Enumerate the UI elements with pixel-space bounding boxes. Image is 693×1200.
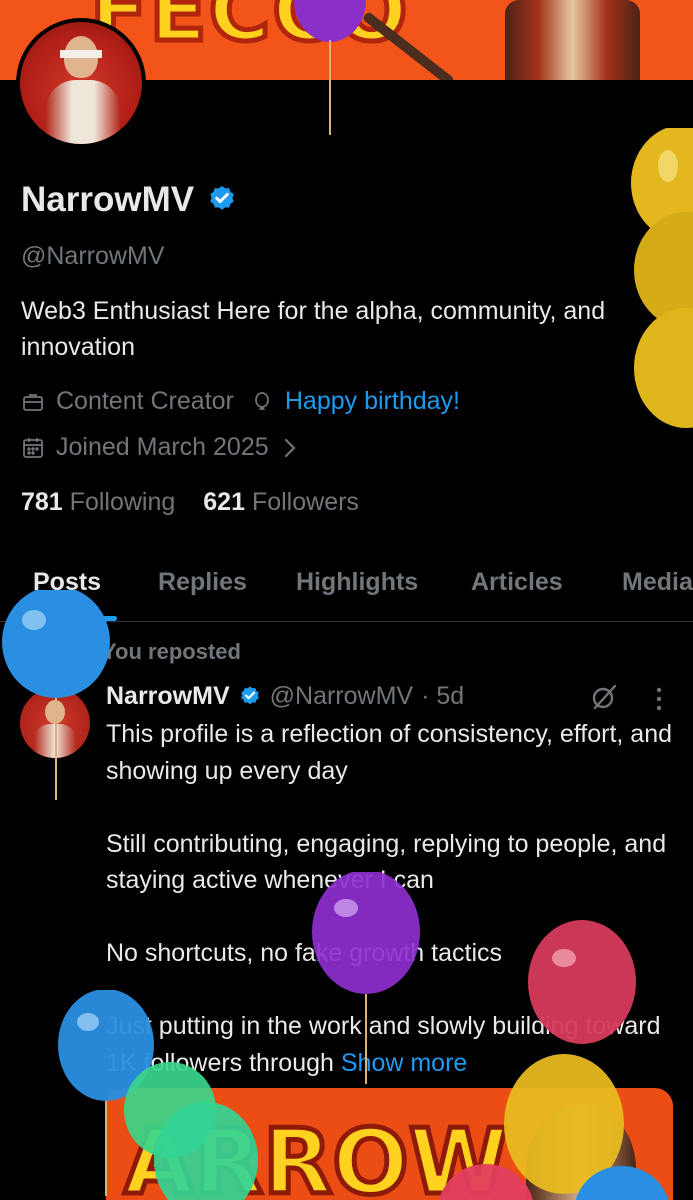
balloon-decoration — [2, 590, 110, 800]
briefcase-icon — [23, 393, 43, 411]
profile-handle: @NarrowMV — [21, 242, 165, 270]
profile-avatar[interactable] — [16, 18, 146, 148]
tab-highlights[interactable]: Highlights — [296, 568, 418, 597]
birthday-link[interactable]: Happy birthday! — [285, 387, 460, 416]
profile-joined-row[interactable]: Joined March 2025 — [21, 433, 297, 462]
verified-badge-icon[interactable] — [238, 685, 262, 709]
profile-name-row: NarrowMV — [21, 180, 238, 220]
balloon-decoration — [631, 128, 693, 428]
balloon-decoration — [575, 1166, 669, 1200]
followers-link[interactable]: 621 Followers — [203, 488, 359, 517]
profile-category: Content Creator — [56, 387, 234, 415]
balloon-decoration — [439, 1164, 533, 1200]
balloon-decoration — [528, 920, 636, 1044]
profile-bio: Web3 Enthusiast Here for the alpha, comm… — [21, 297, 606, 361]
repost-label: You reposted — [102, 639, 241, 664]
post-author-handle[interactable]: @NarrowMV — [270, 682, 413, 711]
display-name: NarrowMV — [21, 180, 195, 219]
chevron-right-icon — [284, 438, 296, 457]
post-author-name[interactable]: NarrowMV — [106, 682, 230, 711]
balloon-icon — [254, 391, 269, 410]
avatar-image — [20, 22, 142, 144]
verified-badge-icon[interactable] — [206, 184, 238, 216]
calendar-icon — [23, 437, 43, 458]
banner-character-art — [505, 0, 640, 80]
more-options-icon[interactable] — [650, 686, 668, 712]
tab-replies[interactable]: Replies — [158, 568, 247, 597]
balloon-decoration — [312, 872, 420, 1084]
following-link[interactable]: 781 Following — [21, 488, 175, 517]
balloon-decoration — [124, 1062, 258, 1200]
tab-media[interactable]: Media — [622, 568, 693, 597]
balloon-decoration — [294, 0, 366, 135]
follow-stats: 781 Following 621 Followers — [21, 488, 359, 517]
joined-date: Joined March 2025 — [56, 433, 269, 461]
tab-articles[interactable]: Articles — [471, 568, 563, 597]
post-paragraph: This profile is a reflection of consiste… — [106, 720, 673, 785]
grok-icon[interactable] — [590, 683, 618, 711]
post-header: NarrowMV @NarrowMV · 5d — [106, 682, 464, 711]
post-time[interactable]: · 5d — [421, 682, 464, 711]
profile-meta-row: Content Creator Happy birthday! — [21, 387, 460, 416]
